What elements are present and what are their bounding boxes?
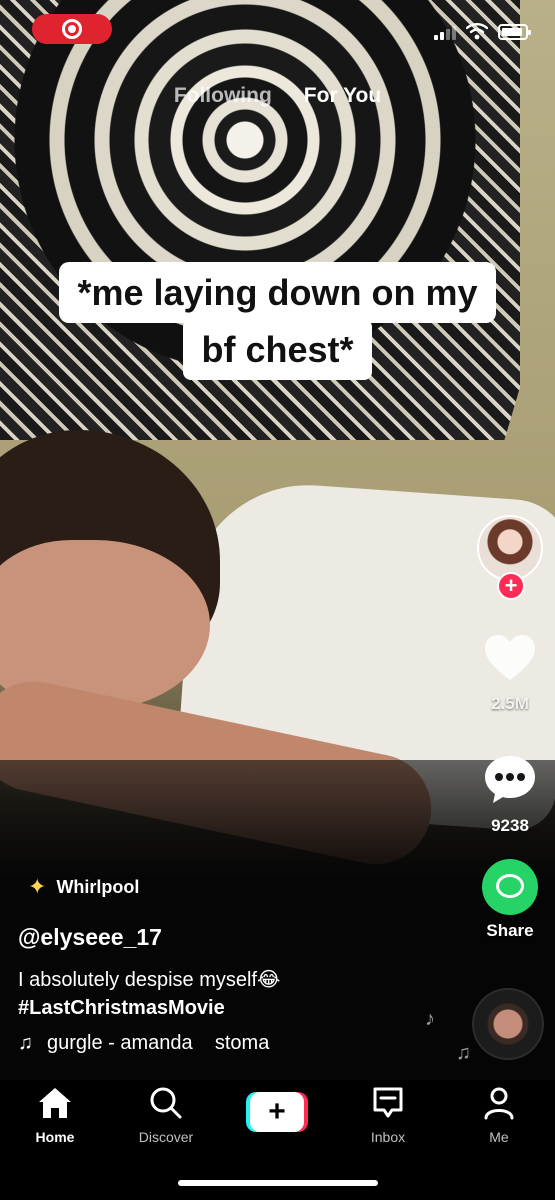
inbox-icon [373, 1087, 403, 1118]
creator-username[interactable]: @elyseee_17 [18, 924, 162, 951]
tab-following[interactable]: Following [174, 84, 272, 108]
music-disc-button[interactable] [472, 988, 544, 1060]
nav-discover[interactable]: Discover [116, 1086, 216, 1145]
heart-icon [485, 635, 535, 680]
profile-icon [484, 1087, 514, 1120]
search-icon [150, 1087, 182, 1119]
caption-line-1: *me laying down on my [59, 262, 496, 323]
nav-create[interactable]: + [227, 1092, 327, 1132]
comment-count: 9238 [491, 816, 529, 835]
nav-inbox-label: Inbox [370, 1129, 406, 1145]
home-indicator[interactable] [178, 1180, 378, 1186]
nav-home[interactable]: Home [5, 1086, 105, 1145]
caption-line-2: bf chest* [183, 319, 372, 380]
create-button[interactable]: + [246, 1092, 308, 1132]
like-count: 2.5M [491, 694, 529, 713]
battery-icon [498, 24, 531, 40]
post-description: I absolutely despise myself😂 #LastChrist… [18, 966, 438, 1022]
home-icon [39, 1088, 71, 1118]
music-title: gurgle - amanda stoma [47, 1032, 270, 1054]
tab-for-you[interactable]: For You [304, 84, 381, 108]
share-button[interactable]: Share [465, 859, 555, 941]
effect-name: Whirlpool [56, 876, 140, 897]
music-note-icon-2: ♫ [456, 1042, 471, 1064]
nav-home-label: Home [35, 1129, 75, 1145]
effect-tag[interactable]: ✦ Whirlpool [28, 874, 139, 900]
video-caption: *me laying down on my bf chest* [0, 262, 555, 380]
share-label: Share [486, 921, 534, 940]
cellular-signal-icon [434, 26, 456, 40]
magic-wand-icon: ✦ [28, 874, 47, 899]
nav-inbox[interactable]: Inbox [338, 1086, 438, 1145]
like-button[interactable]: 2.5M [465, 633, 555, 714]
record-dot [68, 25, 76, 33]
screen-record-icon[interactable] [32, 14, 112, 44]
follow-button[interactable]: + [497, 572, 525, 600]
music-note-icon-ticker: ♫ [18, 1032, 33, 1054]
hashtag-link[interactable]: #LastChristmasMovie [18, 994, 438, 1022]
nav-discover-label: Discover [138, 1129, 194, 1145]
plus-icon: + [250, 1092, 304, 1132]
record-ring [62, 19, 82, 39]
wifi-icon [466, 23, 488, 40]
feed-tabs: Following For You [0, 84, 555, 108]
whatsapp-share-icon [482, 859, 538, 915]
comment-button[interactable]: 9238 [465, 753, 555, 836]
creator-avatar-group: + [477, 515, 543, 600]
music-ticker[interactable]: ♫ gurgle - amanda stoma [18, 1032, 318, 1055]
nav-me[interactable]: Me [449, 1086, 549, 1145]
status-bar [0, 0, 555, 56]
comment-icon [485, 756, 535, 803]
description-text: I absolutely despise myself😂 [18, 969, 281, 991]
nav-me-label: Me [489, 1129, 509, 1145]
